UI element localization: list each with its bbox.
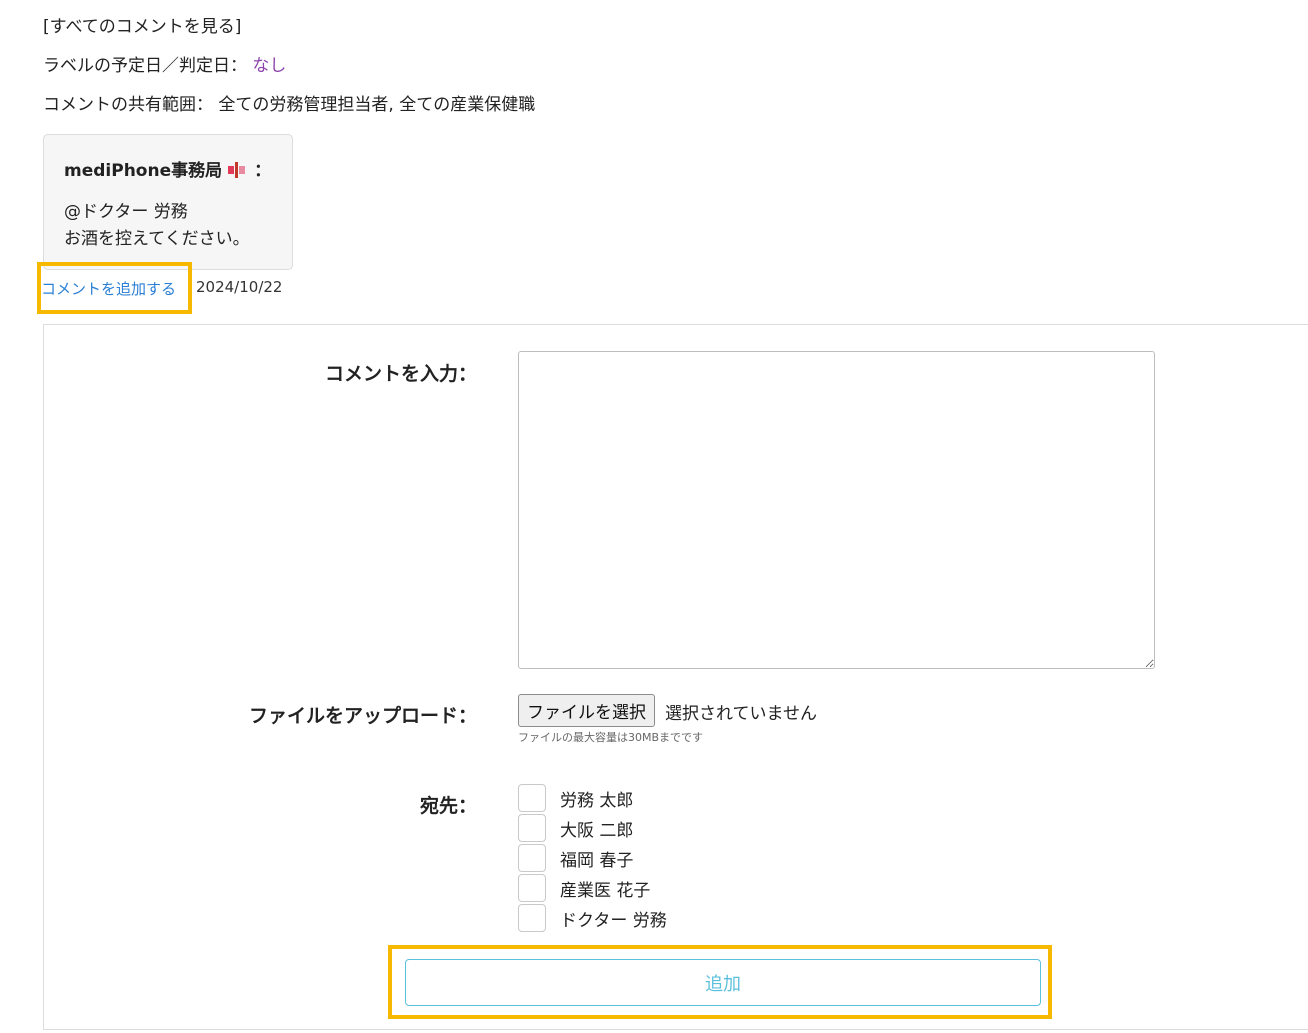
comment-input-label: コメントを入力： [324,363,477,385]
share-scope-value: 全ての労務管理担当者, 全ての産業保健職 [218,95,536,115]
comment-header: mediPhone事務局 ： [64,156,271,183]
recipient-checkbox[interactable] [518,904,546,932]
label-date-label: ラベルの予定日／判定日： [43,56,247,76]
comment-textarea[interactable] [518,351,1155,669]
file-status: 選択されていません [665,704,817,724]
comment-body: @ドクター 労務 お酒を控えてください。 [64,199,250,253]
label-date-value: なし [252,56,287,76]
share-scope-label: コメントの共有範囲： [43,95,213,115]
file-size-note: ファイルの最大容量は30MBまでです [518,731,704,744]
recipient-checkbox[interactable] [518,814,546,842]
recipient-name: 福岡 春子 [560,851,634,871]
all-comments-link[interactable]: [すべてのコメントを見る] [43,12,241,37]
comment-separator: ： [254,161,272,181]
comment-form: コメントを入力： ファイルをアップロード： ファイルを選択 選択されていません … [43,324,1308,1030]
recipient-checkbox[interactable] [518,784,546,812]
comment-mention: @ドクター 労務 [64,202,188,222]
flag-icon [228,162,248,183]
comment-date: 2024/10/22 [196,278,283,296]
recipient-checkbox[interactable] [518,874,546,902]
comment-card: mediPhone事務局 ： @ドクター 労務 お酒を控えてください。 [43,134,293,270]
recipient-name: 労務 太郎 [560,791,634,811]
recipient-name: ドクター 労務 [560,911,667,931]
comment-author: mediPhone事務局 [64,161,223,181]
recipient-name: 大阪 二郎 [560,821,634,841]
share-scope-row: コメントの共有範囲： 全ての労務管理担当者, 全ての産業保健職 [43,90,535,115]
add-submit-button[interactable]: 追加 [405,959,1041,1006]
recipient-name: 産業医 花子 [560,881,651,901]
label-date-row: ラベルの予定日／判定日： なし [43,51,286,76]
recipient-checkbox[interactable] [518,844,546,872]
recipients-label: 宛先： [419,795,477,817]
file-upload-label: ファイルをアップロード： [248,705,477,727]
comment-text: お酒を控えてください。 [64,229,250,249]
choose-file-button[interactable]: ファイルを選択 [518,694,655,727]
add-comment-link[interactable]: コメントを追加する [41,278,176,299]
